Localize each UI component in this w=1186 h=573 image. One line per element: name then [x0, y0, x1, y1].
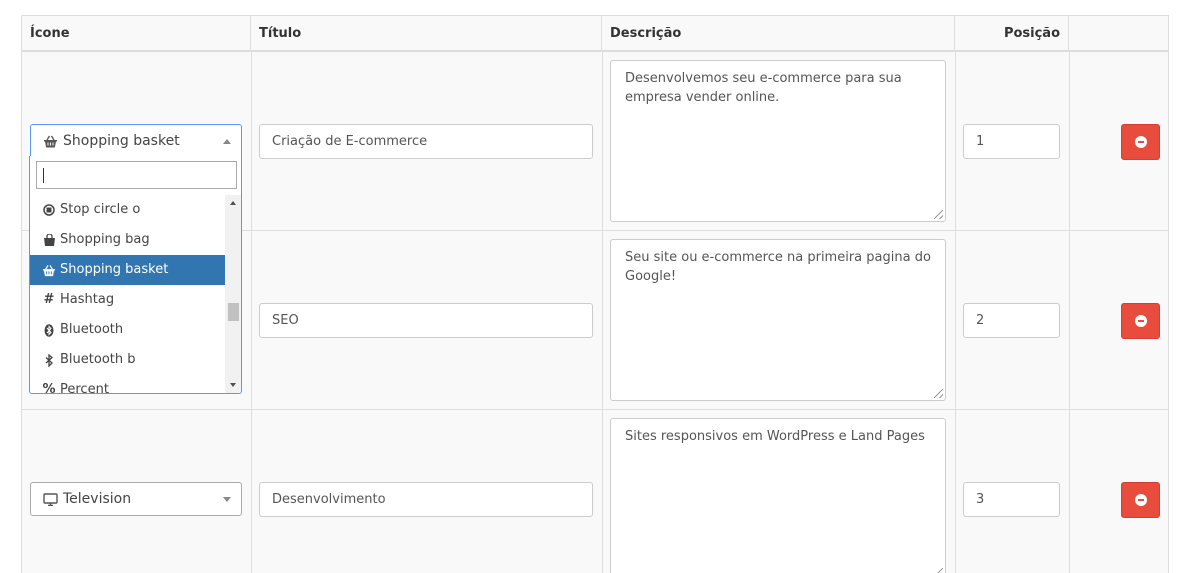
- icon-select-value: Television: [63, 491, 132, 507]
- option-label: Bluetooth b: [60, 352, 136, 367]
- description-textarea[interactable]: Seu site ou e-commerce na primeira pagin…: [610, 239, 946, 401]
- minus-circle-icon: [1134, 315, 1147, 327]
- header-description: Descrição: [602, 16, 955, 52]
- minus-circle-icon: [1134, 494, 1147, 506]
- dropdown-scrollbar[interactable]: [225, 195, 241, 393]
- chevron-down-icon: [223, 497, 231, 502]
- header-icon: Ícone: [22, 16, 251, 52]
- option-label: Stop circle o: [60, 202, 141, 217]
- description-text: Seu site ou e-commerce na primeira pagin…: [625, 250, 931, 284]
- header-position: Posição: [955, 16, 1069, 52]
- shopping-basket-icon: [43, 134, 59, 148]
- title-input[interactable]: Criação de E-commerce: [259, 124, 593, 159]
- icon-dropdown: Stop circle o Shopping bag Shopping bask…: [29, 156, 242, 394]
- minus-circle-icon: [1134, 136, 1147, 148]
- dropdown-option[interactable]: Shopping bag: [30, 225, 225, 255]
- scroll-up-icon[interactable]: [230, 201, 236, 205]
- delete-button[interactable]: [1121, 303, 1160, 339]
- shopping-basket-icon: [42, 263, 56, 277]
- title-input[interactable]: Desenvolvimento: [259, 482, 593, 517]
- bluetooth-b-icon: [42, 353, 56, 367]
- resize-handle[interactable]: [934, 389, 943, 398]
- dropdown-option[interactable]: # Hashtag: [30, 285, 225, 315]
- scrollbar-thumb[interactable]: [228, 303, 239, 321]
- option-label: Hashtag: [60, 292, 115, 307]
- table-row: Television Desenvolvimento Sites respons…: [22, 410, 1168, 573]
- description-textarea[interactable]: Sites responsivos em WordPress e Land Pa…: [610, 418, 946, 573]
- hashtag-icon: #: [43, 292, 55, 307]
- dropdown-option-selected[interactable]: Shopping basket: [30, 255, 225, 285]
- description-text: Desenvolvemos seu e-commerce para sua em…: [625, 71, 902, 105]
- header-title: Título: [251, 16, 602, 52]
- delete-button[interactable]: [1121, 124, 1160, 160]
- shopping-bag-icon: [42, 233, 56, 247]
- dropdown-option[interactable]: Stop circle o: [30, 195, 225, 225]
- icon-select[interactable]: Television: [30, 482, 242, 516]
- position-input[interactable]: 3: [963, 482, 1060, 517]
- option-label: Shopping basket: [60, 262, 169, 277]
- position-input[interactable]: 1: [963, 124, 1060, 159]
- dropdown-options: Stop circle o Shopping bag Shopping bask…: [30, 195, 225, 393]
- option-label: Percent: [60, 382, 109, 393]
- option-label: Bluetooth: [60, 322, 124, 337]
- scroll-down-icon[interactable]: [230, 383, 236, 387]
- title-input[interactable]: SEO: [259, 303, 593, 338]
- description-text: Sites responsivos em WordPress e Land Pa…: [625, 429, 925, 444]
- dropdown-option[interactable]: Bluetooth b: [30, 345, 225, 375]
- icon-select-value: Shopping basket: [63, 133, 180, 149]
- dropdown-option[interactable]: Bluetooth: [30, 315, 225, 345]
- table-header: Ícone Título Descrição Posição: [22, 16, 1168, 52]
- option-label: Shopping bag: [60, 232, 150, 247]
- dropdown-option[interactable]: % Percent: [30, 375, 225, 393]
- dropdown-search-input[interactable]: [36, 161, 237, 189]
- resize-handle[interactable]: [934, 568, 943, 573]
- position-input[interactable]: 2: [963, 303, 1060, 338]
- stop-circle-icon: [42, 203, 56, 217]
- delete-button[interactable]: [1121, 482, 1160, 518]
- chevron-up-icon: [223, 139, 231, 144]
- television-icon: [43, 492, 59, 506]
- bluetooth-icon: [42, 323, 56, 337]
- description-textarea[interactable]: Desenvolvemos seu e-commerce para sua em…: [610, 60, 946, 222]
- percent-icon: %: [42, 382, 56, 393]
- resize-handle[interactable]: [934, 210, 943, 219]
- icon-select[interactable]: Shopping basket: [30, 124, 242, 158]
